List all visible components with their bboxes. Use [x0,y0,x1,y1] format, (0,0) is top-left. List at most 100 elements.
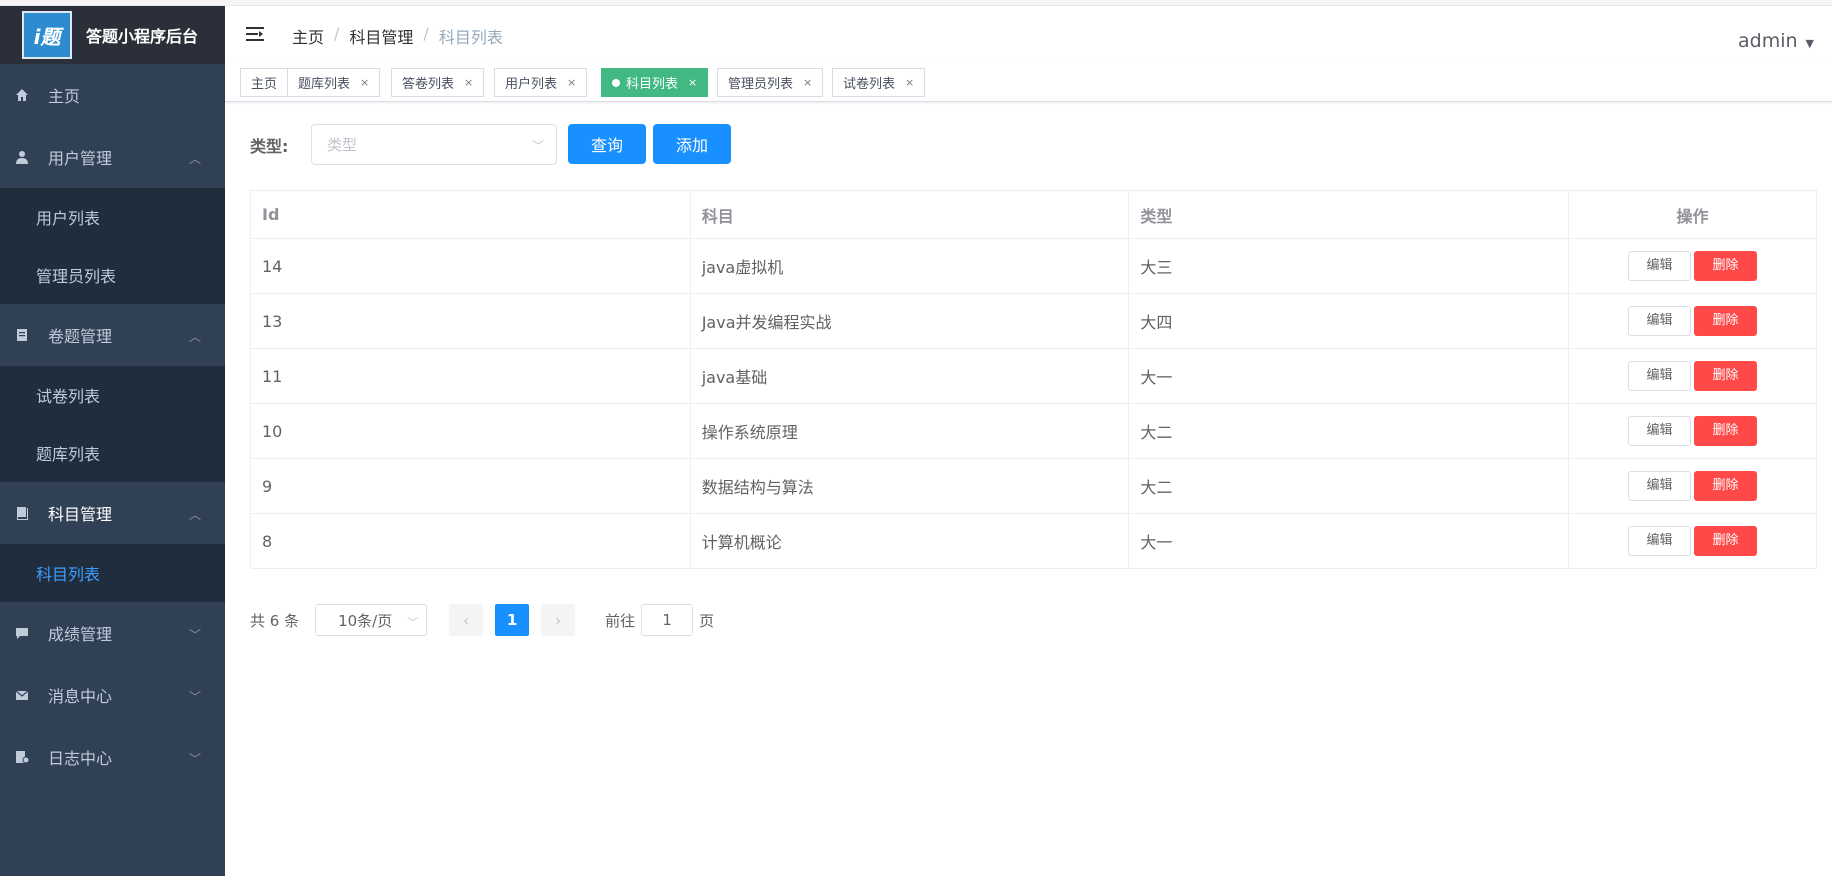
pagination-total: 共 6 条 [250,611,300,630]
tag-user-list[interactable]: 用户列表 × [494,68,588,97]
tag-label: 主页 [251,77,278,92]
chevron-up-icon: ︿ [188,508,201,522]
tag-answer-sheet-list[interactable]: 答卷列表 × [391,68,485,97]
breadcrumb-separator: / [334,24,340,43]
sidebar-item-label: 题库列表 [36,445,101,464]
close-icon[interactable]: × [803,76,812,89]
sidebar-item-admin-list[interactable]: 管理员列表 [0,246,225,304]
cell-type: 大一 [1128,348,1570,404]
log-icon [14,749,30,765]
sidebar-group-label: 用户管理 [48,149,113,168]
sidebar-group-log-center[interactable]: 日志中心 ﹀ [0,726,225,788]
edit-button[interactable]: 编辑 [1628,306,1692,336]
delete-button[interactable]: 删除 [1694,416,1758,446]
breadcrumb-subject-management[interactable]: 科目管理 [349,24,413,48]
sidebar-item-label: 试卷列表 [36,387,101,406]
edit-button[interactable]: 编辑 [1628,416,1692,446]
page-number-current[interactable]: 1 [495,604,530,636]
sidebar-group-subject-management[interactable]: 科目管理 ︿ [0,482,225,544]
edit-button[interactable]: 编辑 [1628,361,1692,391]
tag-label: 答卷列表 [402,77,455,92]
user-icon [14,149,30,165]
app-logo-bar[interactable]: i题 答题小程序后台 [0,6,225,64]
column-header-type: 类型 [1128,190,1570,239]
sidebar: i题 答题小程序后台 主页 用户管理 ︿ 用户列表 管理员列表 卷题管理 ︿ 试… [0,6,225,876]
tag-admin-list[interactable]: 管理员列表 × [717,68,824,97]
sidebar-item-paper-list[interactable]: 试卷列表 [0,366,225,424]
next-page-button[interactable]: › [541,604,576,636]
query-button[interactable]: 查询 [568,124,646,164]
chevron-right-icon: › [554,610,562,630]
subject-table: Id 科目 类型 操作 14 java虚拟机 大三 编辑 删除 13 Java并发… [250,190,1817,569]
book-icon [14,505,30,521]
sidebar-group-label: 成绩管理 [48,625,113,644]
delete-button[interactable]: 删除 [1694,306,1758,336]
type-select-placeholder: 类型 [327,136,358,154]
close-icon[interactable]: × [464,76,473,89]
cell-type: 大四 [1128,293,1570,349]
goto-prefix: 前往 [605,611,636,630]
table-header-row: Id 科目 类型 操作 [250,190,1817,239]
edit-button[interactable]: 编辑 [1628,471,1692,501]
sidebar-item-question-bank-list[interactable]: 题库列表 [0,424,225,482]
tag-label: 管理员列表 [728,77,794,92]
cell-id: 13 [250,293,691,349]
sidebar-group-message-center[interactable]: 消息中心 ﹀ [0,664,225,726]
sidebar-group-user-management[interactable]: 用户管理 ︿ [0,126,225,188]
table-row: 11 java基础 大一 编辑 删除 [250,348,1817,404]
username: admin [1737,30,1798,52]
cell-subject: 计算机概论 [689,513,1130,569]
sidebar-item-home[interactable]: 主页 [0,64,225,126]
cell-type: 大二 [1128,403,1570,459]
cell-id: 11 [250,348,691,404]
tag-subject-list[interactable]: 科目列表 × [601,68,709,97]
sidebar-item-label: 科目列表 [36,565,101,584]
cell-actions: 编辑 删除 [1568,293,1817,349]
hamburger-icon[interactable] [245,24,265,44]
edit-button[interactable]: 编辑 [1628,251,1692,281]
sidebar-item-label: 管理员列表 [36,267,117,286]
tag-home[interactable]: 主页 [240,68,289,97]
user-menu[interactable]: admin ▼ [1738,30,1814,52]
sidebar-item-subject-list[interactable]: 科目列表 [0,544,225,602]
prev-page-button[interactable]: ‹ [449,604,484,636]
tag-question-bank-list[interactable]: 题库列表 × [287,68,381,97]
breadcrumb: 主页 / 科目管理 / 科目列表 [292,24,503,48]
pagination: 共 6 条 10条/页 ﹀ ‹ 1 › 前往 页 [250,604,714,636]
document-icon [14,327,30,343]
cell-subject: java基础 [689,348,1130,404]
chevron-down-icon: ﹀ [188,628,201,642]
submenu-user-management: 用户列表 管理员列表 [0,188,225,304]
sidebar-group-label: 日志中心 [48,749,113,768]
type-select[interactable]: 类型 ﹀ [311,124,557,165]
page-size-select[interactable]: 10条/页 ﹀ [315,604,428,636]
cell-id: 8 [250,513,691,569]
cell-actions: 编辑 删除 [1568,403,1817,459]
delete-button[interactable]: 删除 [1694,251,1758,281]
delete-button[interactable]: 删除 [1694,526,1758,556]
goto-page-input[interactable] [641,604,694,636]
sidebar-group-label: 卷题管理 [48,327,113,346]
close-icon[interactable]: × [905,76,914,89]
close-icon[interactable]: × [360,76,369,89]
sidebar-item-user-list[interactable]: 用户列表 [0,188,225,246]
close-icon[interactable]: × [567,76,576,89]
sidebar-group-label: 消息中心 [48,687,113,706]
tag-paper-list[interactable]: 试卷列表 × [832,68,926,97]
cell-subject: Java并发编程实战 [689,293,1130,349]
sidebar-item-label: 用户列表 [36,209,101,228]
cell-subject: java虚拟机 [689,238,1130,294]
goto-suffix: 页 [699,611,715,630]
cell-actions: 编辑 删除 [1568,348,1817,404]
add-button[interactable]: 添加 [653,124,731,164]
delete-button[interactable]: 删除 [1694,471,1758,501]
cell-id: 14 [250,238,691,294]
edit-button[interactable]: 编辑 [1628,526,1692,556]
delete-button[interactable]: 删除 [1694,361,1758,391]
sidebar-group-score-management[interactable]: 成绩管理 ﹀ [0,602,225,664]
sidebar-group-exam-management[interactable]: 卷题管理 ︿ [0,304,225,366]
close-icon[interactable]: × [688,76,697,89]
breadcrumb-home[interactable]: 主页 [292,24,324,48]
active-dot-icon [612,78,620,87]
table-row: 10 操作系统原理 大二 编辑 删除 [250,403,1817,459]
